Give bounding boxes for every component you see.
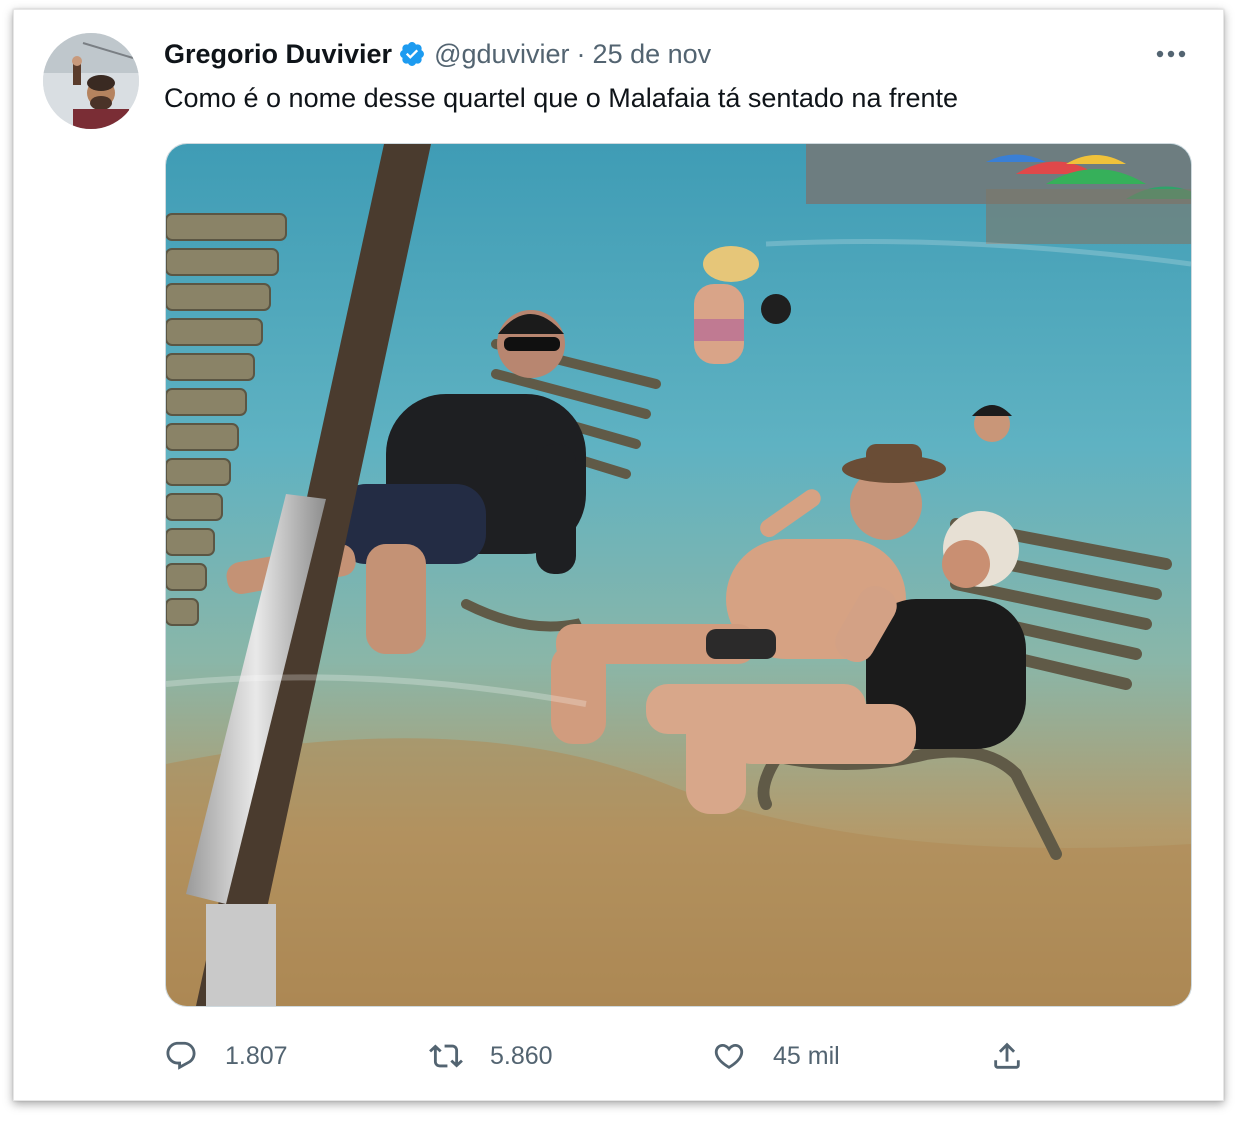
share-icon xyxy=(994,1042,1020,1069)
more-icon xyxy=(1156,50,1186,58)
tweet-actions: 1.807 5.860 45 mil xyxy=(164,1034,1064,1078)
tweet-text: Como é o nome desse quartel que o Malafa… xyxy=(164,83,959,113)
heart-icon xyxy=(714,1043,744,1069)
share-button[interactable] xyxy=(990,1034,1024,1078)
reply-count: 1.807 xyxy=(225,1041,288,1070)
tweet-card: Gregorio Duvivier @gduvivier · 25 de nov… xyxy=(13,9,1224,1101)
separator-dot: · xyxy=(576,38,586,69)
tweet-photo[interactable] xyxy=(165,143,1192,1007)
author-avatar[interactable] xyxy=(43,33,139,129)
avatar-photo-icon xyxy=(43,33,139,129)
retweet-icon xyxy=(429,1044,463,1068)
more-options-button[interactable] xyxy=(1149,34,1193,74)
like-count: 45 mil xyxy=(773,1041,840,1070)
beach-photo-icon xyxy=(166,144,1191,1006)
author-display-name[interactable]: Gregorio Duvivier xyxy=(164,39,392,70)
like-button[interactable]: 45 mil xyxy=(712,1034,840,1078)
retweet-button[interactable]: 5.860 xyxy=(429,1034,553,1078)
reply-icon xyxy=(166,1041,196,1070)
author-line: Gregorio Duvivier @gduvivier · 25 de nov xyxy=(164,36,711,72)
author-handle[interactable]: @gduvivier xyxy=(434,39,569,70)
verified-badge-icon xyxy=(400,42,425,66)
retweet-count: 5.860 xyxy=(490,1041,553,1070)
tweet-date[interactable]: 25 de nov xyxy=(593,39,712,70)
reply-button[interactable]: 1.807 xyxy=(164,1034,288,1078)
